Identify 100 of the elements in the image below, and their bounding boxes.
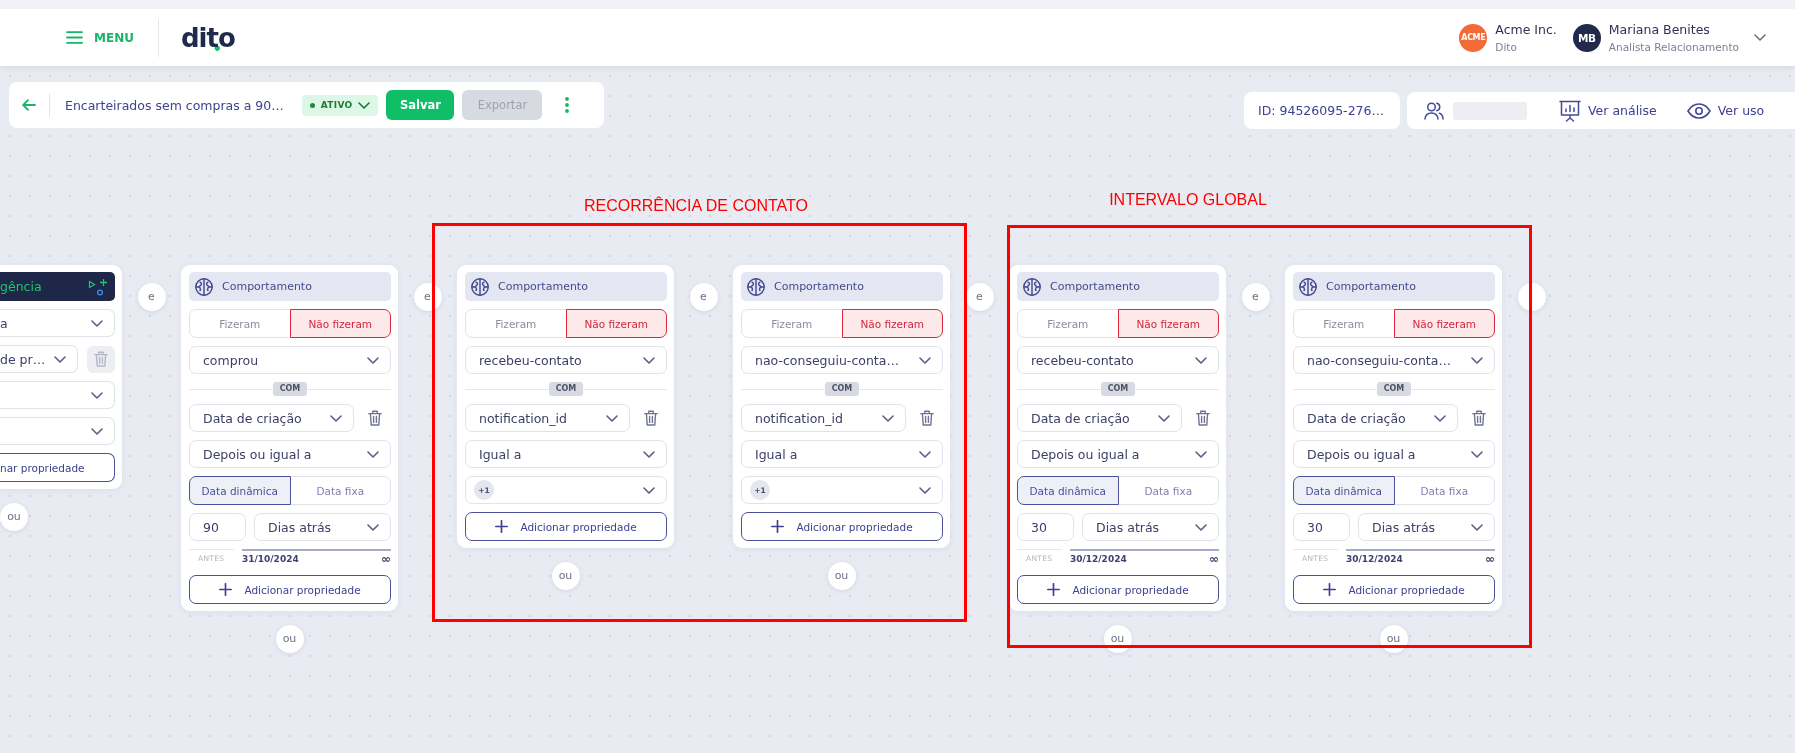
joiner-label: COM — [1376, 382, 1412, 396]
brain-icon — [1299, 277, 1317, 296]
or-connector[interactable]: ou — [827, 562, 856, 590]
chevron-down-icon — [919, 486, 931, 494]
eye-icon — [1686, 102, 1711, 119]
user-role: Analista Relacionamento — [1608, 41, 1739, 53]
number-field[interactable]: 30 — [1017, 513, 1074, 541]
chevron-down-icon — [1471, 523, 1483, 531]
status-dropdown[interactable]: ATIVO — [301, 94, 379, 116]
add-property-button[interactable]: Adicionar propriedade — [465, 512, 667, 541]
toggle-option[interactable]: Fizeram — [1017, 309, 1119, 338]
toggle-option[interactable]: Não fizeram — [565, 309, 667, 338]
chevron-down-icon — [606, 414, 618, 422]
shapes-icon — [88, 277, 108, 296]
property-dropdown[interactable]: Data de criação — [189, 404, 354, 432]
unit-dropdown[interactable]: Dias atrás — [1358, 513, 1495, 541]
dropdown[interactable]: nao-conseguiu-conta… — [1293, 346, 1495, 374]
and-connector[interactable]: e — [1241, 283, 1270, 311]
property-dropdown[interactable]: de pr… — [0, 345, 78, 373]
annotation-label: RECORRÊNCIA DE CONTATO — [583, 196, 809, 215]
flow-title: Encarteirados sem compras a 90… — [65, 97, 284, 113]
dropdown[interactable]: nao-conseguiu-conta… — [741, 346, 943, 374]
and-connector[interactable]: e — [689, 283, 718, 311]
view-usage-link[interactable]: Ver uso — [1686, 102, 1765, 119]
unit-dropdown[interactable]: Dias atrás — [254, 513, 391, 541]
toggle-option[interactable]: Fizeram — [741, 309, 843, 338]
chevron-down-icon — [882, 414, 894, 422]
chevron-down-icon[interactable] — [1754, 34, 1766, 41]
end-value-text: ∞ — [381, 553, 391, 565]
card-title: Comportamento — [222, 280, 312, 293]
or-connector[interactable]: ou — [275, 625, 304, 653]
chevron-down-icon — [643, 356, 655, 364]
toggle-option[interactable]: Não fizeram — [289, 309, 391, 338]
toggle-option[interactable]: Fizeram — [1293, 309, 1395, 338]
plus-icon — [219, 583, 233, 596]
dropdown[interactable]: Depois ou igual a — [1293, 440, 1495, 468]
chevron-down-icon — [919, 356, 931, 364]
property-dropdown[interactable]: Data de criação — [1293, 404, 1458, 432]
dropdown[interactable]: comprou — [189, 346, 391, 374]
and-connector[interactable]: e — [413, 283, 442, 311]
dropdown[interactable]: Igual a — [741, 440, 943, 468]
status-dot-icon — [309, 102, 315, 108]
annotation-label: INTERVALO GLOBAL — [1108, 190, 1268, 209]
trash-icon[interactable] — [920, 410, 934, 426]
toggle-option[interactable]: Não fizeram — [1393, 309, 1495, 338]
trash-icon[interactable] — [1196, 410, 1210, 426]
plus-icon — [1047, 583, 1061, 596]
and-connector[interactable]: e — [965, 283, 994, 311]
dropdown[interactable]: Depois ou igual a — [189, 440, 391, 468]
or-connector[interactable]: ou — [551, 562, 580, 590]
back-arrow-icon[interactable] — [22, 99, 36, 111]
toggle-option[interactable]: Data fixa — [1393, 476, 1495, 505]
and-connector[interactable]: e — [137, 283, 166, 311]
chevron-down-icon — [1195, 523, 1207, 531]
end-value-text: ∞ — [1209, 553, 1219, 565]
toggle-option[interactable]: Data dinâmica — [1293, 476, 1395, 505]
or-connector[interactable]: ou — [0, 503, 28, 531]
dropdown[interactable]: recebeu-contato — [465, 346, 667, 374]
toggle-option[interactable]: Data fixa — [1117, 476, 1219, 505]
dropdown[interactable]: recebeu-contato — [1017, 346, 1219, 374]
property-dropdown[interactable]: notification_id — [741, 404, 906, 432]
brain-icon — [1023, 277, 1041, 296]
joiner-label: COM — [1100, 382, 1136, 396]
trash-icon[interactable] — [644, 410, 658, 426]
chevron-down-icon — [1434, 414, 1446, 422]
trash-icon[interactable] — [1472, 410, 1486, 426]
unit-dropdown[interactable]: Dias atrás — [1082, 513, 1219, 541]
add-property-button[interactable]: Adicionar propriedade — [741, 512, 943, 541]
joiner-label: COM — [548, 382, 584, 396]
add-property-button[interactable]: Adicionar propriedade — [189, 575, 391, 604]
add-property-button[interactable]: Adicionar propriedade — [1017, 575, 1219, 604]
add-property-button[interactable]: Adicionar propriedade — [1293, 575, 1495, 604]
card-title: Comportamento — [1050, 280, 1140, 293]
chevron-down-icon — [919, 450, 931, 458]
brain-icon — [747, 277, 765, 296]
dropdown[interactable]: a — [0, 309, 115, 337]
company-subtitle: Dito — [1495, 41, 1518, 53]
dropdown[interactable]: Igual a — [465, 440, 667, 468]
property-dropdown[interactable]: notification_id — [465, 404, 630, 432]
toggle-option[interactable]: Data dinâmica — [189, 476, 291, 505]
user-name: Mariana Benites — [1608, 22, 1711, 37]
add-property-button[interactable]: nar propriedade — [0, 453, 115, 482]
property-dropdown[interactable]: Data de criação — [1017, 404, 1182, 432]
toggle-option[interactable]: Data dinâmica — [1017, 476, 1119, 505]
users-icon[interactable] — [1424, 101, 1444, 120]
toggle-option[interactable]: Fizeram — [465, 309, 567, 338]
trash-icon[interactable] — [368, 410, 382, 426]
toggle-option[interactable]: Não fizeram — [841, 309, 943, 338]
brain-icon — [195, 277, 213, 296]
view-analysis-link[interactable]: Ver análise — [1559, 99, 1657, 122]
more-options-icon[interactable] — [565, 97, 570, 113]
joiner-label: COM — [824, 382, 860, 396]
number-field[interactable]: 30 — [1293, 513, 1350, 541]
plus-icon — [495, 520, 509, 533]
toggle-option[interactable]: Data fixa — [289, 476, 391, 505]
number-field[interactable]: 90 — [189, 513, 246, 541]
toggle-option[interactable]: Não fizeram — [1117, 309, 1219, 338]
dropdown[interactable]: Depois ou igual a — [1017, 440, 1219, 468]
chevron-down-icon — [91, 427, 103, 435]
toggle-option[interactable]: Fizeram — [189, 309, 291, 338]
